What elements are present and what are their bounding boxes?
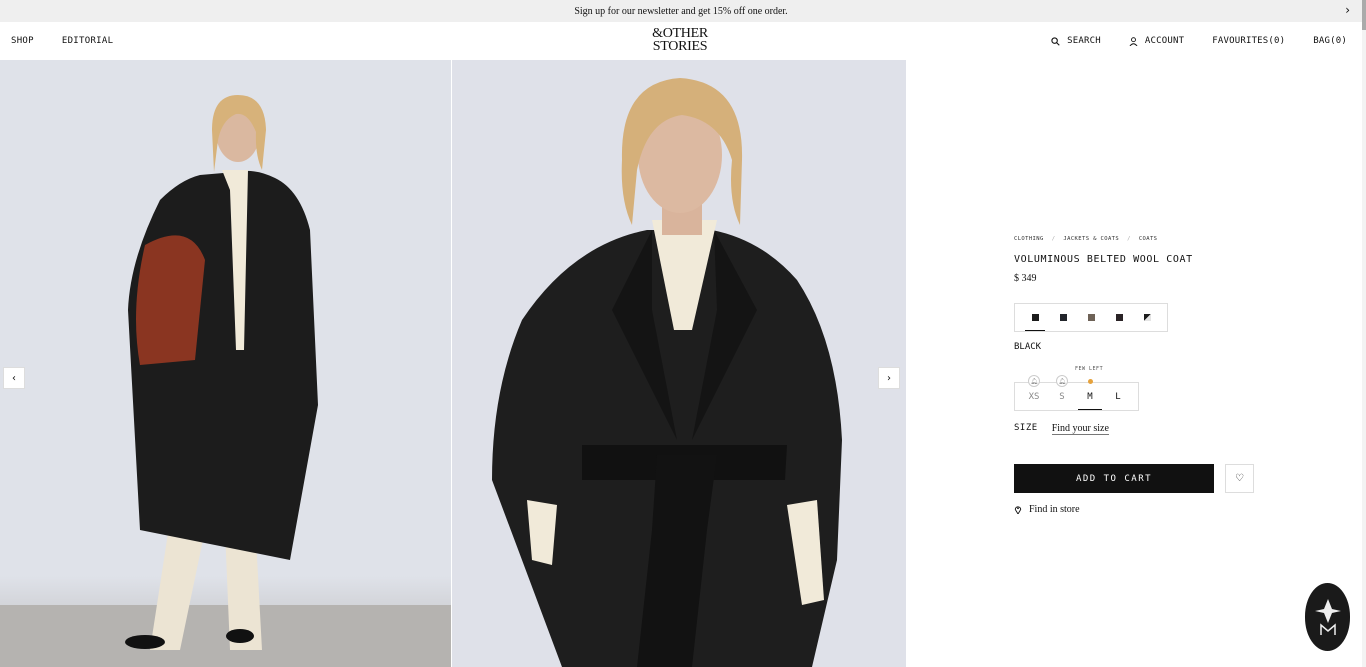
color-swatch-3[interactable] (1081, 304, 1101, 331)
bell-icon[interactable]: 🔔︎ (1056, 375, 1068, 387)
search-icon (1051, 36, 1060, 46)
size-label: SIZE (1014, 423, 1038, 433)
nav-shop[interactable]: SHOP (11, 36, 34, 46)
breadcrumb-separator: / (1051, 236, 1056, 242)
bell-icon[interactable]: 🔔︎ (1028, 375, 1040, 387)
brand-logo[interactable]: &OTHER STORIES (643, 27, 717, 54)
logo-line-2: STORIES (652, 39, 708, 54)
color-swatch-4[interactable] (1109, 304, 1129, 331)
color-swatch-1[interactable] (1025, 304, 1045, 331)
heart-icon: ♡ (1235, 473, 1244, 484)
announcement-text[interactable]: Sign up for our newsletter and get 15% o… (574, 6, 787, 17)
swatch-color (1115, 314, 1123, 321)
chevron-left-icon: ‹ (12, 372, 16, 384)
model-closeup-illustration (492, 78, 842, 667)
swatch-color (1059, 314, 1067, 321)
chevron-right-icon: › (887, 372, 891, 384)
announcement-bar[interactable]: Sign up for our newsletter and get 15% o… (0, 0, 1362, 22)
size-label-l: L (1115, 391, 1121, 402)
ornament-logo-icon (1314, 599, 1341, 635)
find-in-store-link[interactable]: Find in store (1014, 504, 1080, 515)
user-icon (1129, 36, 1138, 46)
few-left-label: FEW LEFT (1075, 366, 1104, 372)
chevron-right-icon[interactable]: › (1345, 3, 1350, 17)
search-button[interactable]: SEARCH (1051, 36, 1101, 46)
bag-link[interactable]: BAG(0) (1313, 36, 1347, 46)
size-option-xs[interactable]: 🔔︎ XS (1020, 375, 1048, 410)
favourite-button[interactable]: ♡ (1225, 464, 1254, 493)
size-label-xs: XS (1028, 391, 1040, 402)
nav-left: SHOP EDITORIAL (11, 36, 113, 46)
size-label-m: M (1087, 391, 1093, 402)
nav-right: SEARCH ACCOUNT FAVOURITES(0) BAG(0) (1051, 36, 1347, 46)
product-price: $ 349 (1014, 273, 1037, 284)
size-selector: 🔔︎ XS 🔔︎ S M L (1014, 375, 1139, 411)
find-in-store-label: Find in store (1029, 504, 1080, 515)
product-title: VOLUMINOUS BELTED WOOL COAT (1014, 254, 1193, 265)
size-label-s: S (1059, 391, 1065, 402)
size-option-m[interactable]: M (1076, 379, 1104, 410)
breadcrumb: CLOTHING / JACKETS & COATS / COATS (1014, 236, 1157, 242)
product-image-1[interactable] (0, 60, 451, 667)
product-image-2[interactable] (452, 60, 906, 667)
page-scrollbar[interactable] (1362, 0, 1366, 667)
account-label: ACCOUNT (1144, 36, 1185, 46)
color-swatch-2[interactable] (1053, 304, 1073, 331)
scrollbar-thumb[interactable] (1362, 0, 1366, 30)
breadcrumb-clothing[interactable]: CLOTHING (1014, 236, 1044, 242)
swatch-color (1031, 314, 1039, 321)
color-swatch-5[interactable] (1137, 304, 1157, 331)
search-label: SEARCH (1067, 36, 1101, 46)
gallery-next-button[interactable]: › (878, 367, 900, 389)
location-pin-icon (1014, 506, 1022, 514)
add-to-cart-button[interactable]: ADD TO CART (1014, 464, 1214, 493)
swatch-color (1143, 314, 1151, 321)
site-header: SHOP EDITORIAL &OTHER STORIES SEARCH ACC… (0, 22, 1362, 60)
chat-widget-badge[interactable] (1305, 583, 1350, 651)
find-your-size-link[interactable]: Find your size (1051, 423, 1109, 435)
low-stock-dot (1088, 379, 1093, 384)
breadcrumb-jackets-coats[interactable]: JACKETS & COATS (1063, 236, 1119, 242)
account-button[interactable]: ACCOUNT (1129, 36, 1184, 46)
size-option-s[interactable]: 🔔︎ S (1048, 375, 1076, 410)
breadcrumb-separator: / (1127, 236, 1131, 242)
size-row: SIZE Find your size (1014, 423, 1109, 435)
nav-editorial[interactable]: EDITORIAL (62, 36, 113, 46)
breadcrumb-coats[interactable]: COATS (1139, 236, 1158, 242)
size-option-l[interactable]: L (1104, 383, 1132, 410)
favourites-link[interactable]: FAVOURITES(0) (1212, 36, 1285, 46)
swatch-color (1087, 314, 1095, 321)
color-swatches (1014, 303, 1168, 332)
selected-color-name: BLACK (1014, 342, 1042, 352)
model-full-length-illustration (0, 95, 451, 667)
gallery-prev-button[interactable]: ‹ (3, 367, 25, 389)
